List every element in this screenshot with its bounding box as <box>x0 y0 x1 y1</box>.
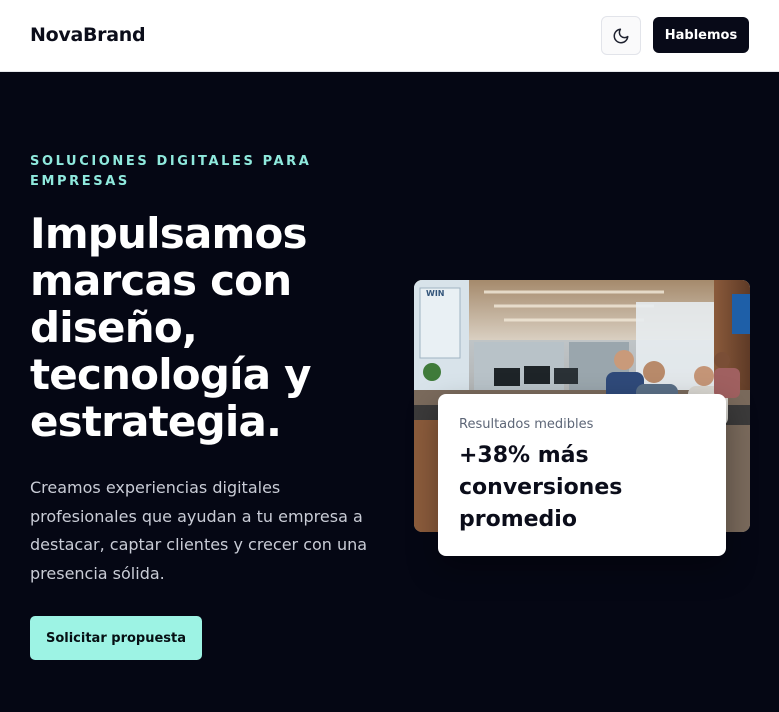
stat-value: +38% más conversiones promedio <box>459 443 623 532</box>
theme-toggle-button[interactable] <box>601 16 641 55</box>
svg-text:WIN: WIN <box>426 289 445 298</box>
hero-section: SOLUCIONES DIGITALES PARA EMPRESAS Impul… <box>0 72 779 712</box>
stat-label: Resultados medibles <box>459 417 594 432</box>
contact-button[interactable]: Hablemos <box>653 17 749 53</box>
brand-logo[interactable]: NovaBrand <box>30 24 146 46</box>
hero-headline: Impulsamos marcas con diseño, tecnología… <box>30 209 311 446</box>
hero-lead: Creamos experiencias digitales profesion… <box>30 478 368 583</box>
top-navbar: NovaBrand Hablemos <box>0 0 779 72</box>
stat-card: Resultados medibles +38% más conversione… <box>438 394 726 556</box>
hero-eyebrow: SOLUCIONES DIGITALES PARA EMPRESAS <box>30 154 312 189</box>
request-proposal-button[interactable]: Solicitar propuesta <box>30 616 202 660</box>
moon-icon <box>613 28 629 43</box>
